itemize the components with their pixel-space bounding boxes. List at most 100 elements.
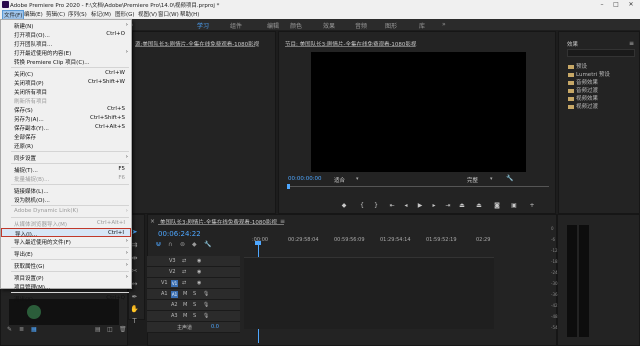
menu-item[interactable]: 项目管理(M)... <box>1 282 131 291</box>
comparison-view-icon[interactable]: ▣ <box>510 202 518 209</box>
lift-icon[interactable]: ⏏ <box>458 202 466 209</box>
menu-item[interactable]: 链接媒体(L)... <box>1 186 131 195</box>
icon-view-icon[interactable]: ▦ <box>31 326 37 333</box>
menu-item[interactable]: 导出(E) › <box>1 249 131 258</box>
add-marker-icon[interactable]: ◆ <box>340 202 348 209</box>
insert-sequence-icon[interactable]: ⋓ <box>156 241 161 248</box>
menu-item[interactable]: 导入最近使用的文件(F) › <box>1 237 131 246</box>
effects-folder-video-effects[interactable]: 视频效果 <box>568 94 598 102</box>
playhead-bar[interactable] <box>287 186 549 187</box>
workspace-editing[interactable]: 编辑 <box>267 21 279 30</box>
program-timecode[interactable]: 00:00:00:00 <box>288 176 322 182</box>
eye-icon[interactable]: ◉ <box>197 269 201 275</box>
master-volume[interactable]: 0.0 <box>211 324 219 330</box>
effects-folder-audio-transitions[interactable]: 音频过渡 <box>568 86 598 94</box>
new-item-icon[interactable]: ◫ <box>107 326 113 333</box>
solo-button[interactable]: S <box>193 313 196 319</box>
timeline-timecode[interactable]: 00:06:24:22 <box>158 230 201 238</box>
menu-item[interactable]: 保存(S) Ctrl+S <box>1 105 131 114</box>
export-frame-icon[interactable]: ◙ <box>493 202 501 209</box>
workspace-assembly[interactable]: 组件 <box>230 21 242 30</box>
menu-item[interactable]: 设为脱机(O)... <box>1 195 131 204</box>
menu-edit[interactable]: 编辑(E) <box>24 10 43 18</box>
menu-marker[interactable]: 标记(M) <box>91 10 111 18</box>
menu-item[interactable]: 另存为(A)... Ctrl+Shift+S <box>1 114 131 123</box>
panel-menu-icon[interactable]: ≡ <box>280 218 285 225</box>
menu-item[interactable]: 打开团队项目... <box>1 39 131 48</box>
step-forward-icon[interactable]: ▸ <box>430 202 438 209</box>
wrench-icon[interactable]: 🔧 <box>204 241 211 248</box>
linked-selection-icon[interactable]: ⊚ <box>180 241 185 248</box>
menu-item[interactable]: 新建(N) › <box>1 21 131 30</box>
menu-view[interactable]: 视图(V) <box>138 10 157 18</box>
menu-item[interactable]: 打开项目(O)... Ctrl+O <box>1 30 131 39</box>
panel-menu-icon[interactable]: ≡ <box>629 40 634 47</box>
effects-panel-title[interactable]: 效果 <box>567 40 578 48</box>
menu-item-import[interactable]: 导入(I)... Ctrl+I <box>1 228 131 238</box>
timeline-track-area[interactable] <box>244 257 494 329</box>
wrench-icon[interactable]: 🔧 <box>506 175 513 182</box>
trash-icon[interactable]: 🗑 <box>119 326 127 333</box>
extract-icon[interactable]: ⏏ <box>475 202 483 209</box>
program-video-frame[interactable] <box>311 52 526 172</box>
menu-item[interactable]: 转换 Premiere Clip 项目(C)... <box>1 57 131 66</box>
pen-tool-icon[interactable]: ✒ <box>130 293 139 302</box>
go-to-out-icon[interactable]: ⇥ <box>444 202 452 209</box>
menu-item[interactable]: 全部保存 <box>1 132 131 141</box>
menu-item[interactable]: 同步设置 › <box>1 153 131 162</box>
step-back-icon[interactable]: ◂ <box>402 202 410 209</box>
menu-item[interactable]: 关闭(C) Ctrl+W <box>1 69 131 78</box>
solo-button[interactable]: S <box>193 291 196 297</box>
menu-graphics[interactable]: 图形(G) <box>115 10 135 18</box>
menu-item[interactable]: 关闭所有项目 <box>1 87 131 96</box>
workspace-audio[interactable]: 音频 <box>355 21 367 30</box>
workspace-graphics[interactable]: 图形 <box>385 21 397 30</box>
menu-help[interactable]: 帮助(H) <box>180 10 199 18</box>
mute-button[interactable]: M <box>183 302 187 308</box>
menu-item[interactable]: 还原(R) <box>1 141 131 150</box>
add-marker-icon[interactable]: ◆ <box>192 241 197 248</box>
track-target-button[interactable]: V1 <box>171 280 178 287</box>
pencil-icon[interactable]: ✎ <box>7 326 12 333</box>
more-workspaces-icon[interactable]: » <box>442 21 446 28</box>
sync-lock-icon[interactable]: ⇄ <box>182 280 186 286</box>
microphone-icon[interactable]: 🎙 <box>203 313 209 319</box>
mute-button[interactable]: M <box>183 291 187 297</box>
program-playhead[interactable] <box>287 184 290 189</box>
fit-dropdown[interactable]: 适合 <box>334 176 345 184</box>
mute-button[interactable]: M <box>183 313 187 319</box>
menu-item[interactable]: 打开最近使用的内容(E) › <box>1 48 131 57</box>
menu-item[interactable]: 退出(X) Ctrl+Q <box>1 294 131 303</box>
microphone-icon[interactable]: 🎙 <box>203 291 209 297</box>
mark-in-icon[interactable]: { <box>358 202 366 209</box>
menu-window[interactable]: 窗口(W) <box>158 10 179 18</box>
workspace-libraries[interactable]: 库 <box>419 21 425 30</box>
sync-lock-icon[interactable]: ⇄ <box>182 258 186 264</box>
menu-clip[interactable]: 剪辑(C) <box>46 10 65 18</box>
effects-folder-presets[interactable]: 预设 <box>568 62 587 70</box>
menu-sequence[interactable]: 序列(S) <box>68 10 87 18</box>
menu-item[interactable]: 保存副本(Y)... Ctrl+Alt+S <box>1 123 131 132</box>
menu-item[interactable]: 关闭项目(P) Ctrl+Shift+W <box>1 78 131 87</box>
hand-tool-icon[interactable]: ✋ <box>130 305 139 314</box>
track-target-button[interactable]: A1 <box>171 291 178 298</box>
microphone-icon[interactable]: 🎙 <box>203 302 209 308</box>
eye-icon[interactable]: ◉ <box>197 258 201 264</box>
play-icon[interactable]: ▶ <box>416 202 424 209</box>
menu-item[interactable]: 项目设置(P) › <box>1 273 131 282</box>
type-tool-icon[interactable]: T <box>130 317 139 326</box>
workspace-color[interactable]: 颜色 <box>290 21 302 30</box>
effects-folder-video-transitions[interactable]: 视频过渡 <box>568 102 598 110</box>
effects-search-input[interactable] <box>567 49 635 57</box>
workspace-effects[interactable]: 效果 <box>323 21 335 30</box>
go-to-in-icon[interactable]: ⇤ <box>388 202 396 209</box>
close-icon[interactable]: × <box>150 218 155 225</box>
effects-folder-lumetri[interactable]: Lumetri 预设 <box>568 70 610 78</box>
close-button[interactable]: ✕ <box>625 0 637 9</box>
sync-lock-icon[interactable]: ⇄ <box>182 269 186 275</box>
maximize-button[interactable]: □ <box>610 0 622 9</box>
workspace-learn[interactable]: 学习 <box>197 21 209 30</box>
source-patch[interactable]: V1 <box>161 280 168 286</box>
list-view-icon[interactable]: ≣ <box>19 326 24 333</box>
mark-out-icon[interactable]: } <box>372 202 380 209</box>
